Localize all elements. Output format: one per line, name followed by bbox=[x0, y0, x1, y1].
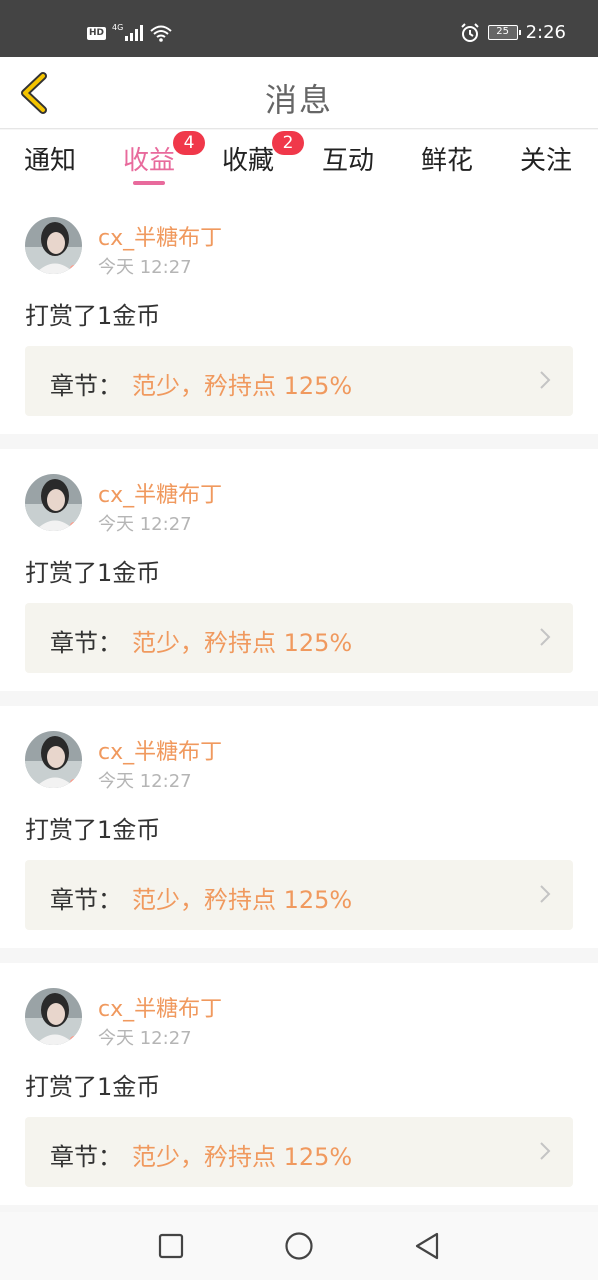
title-bar: 消息 bbox=[0, 57, 598, 129]
username[interactable]: cx_半糖布丁 bbox=[98, 734, 222, 766]
tab-notice[interactable]: 通知 bbox=[24, 140, 76, 184]
status-left: HD 4G bbox=[87, 22, 173, 42]
tab-flowers[interactable]: 鲜花 bbox=[421, 140, 473, 184]
battery-icon: 25 bbox=[487, 25, 521, 40]
notification-card: cx_半糖布丁 今天 12:27 打赏了1金币 章节： 范少，矜持点 125% bbox=[0, 192, 598, 434]
tab-interaction[interactable]: 互动 bbox=[322, 140, 374, 184]
avatar-image bbox=[25, 474, 82, 531]
username[interactable]: cx_半糖布丁 bbox=[98, 477, 222, 509]
tab-label: 鲜花 bbox=[421, 146, 474, 176]
notification-card: cx_半糖布丁 今天 12:27 打赏了1金币 章节： 范少，矜持点 125% bbox=[0, 449, 598, 691]
wifi-icon bbox=[150, 25, 172, 42]
network-type: 4G bbox=[112, 22, 124, 32]
chapter-title: 范少，矜持点 125% bbox=[132, 1143, 353, 1171]
chevron-right-icon bbox=[540, 1142, 551, 1160]
chapter-label: 章节： bbox=[50, 1143, 122, 1171]
recents-button[interactable] bbox=[155, 1230, 187, 1262]
avatar[interactable] bbox=[25, 988, 82, 1045]
tab-favorites[interactable]: 收藏 2 bbox=[222, 131, 305, 184]
hd-icon: HD bbox=[87, 26, 107, 40]
chapter-link[interactable]: 章节： 范少，矜持点 125% bbox=[25, 603, 573, 673]
alarm-icon bbox=[460, 22, 479, 42]
username[interactable]: cx_半糖布丁 bbox=[98, 220, 222, 252]
page-title: 消息 bbox=[264, 81, 333, 119]
avatar-image bbox=[25, 988, 82, 1045]
tab-label: 互动 bbox=[322, 146, 375, 176]
recents-square-icon bbox=[158, 1233, 184, 1259]
avatar-image bbox=[25, 731, 82, 788]
tab-label: 收藏 bbox=[222, 146, 275, 176]
message-text: 打赏了1金币 bbox=[25, 1073, 161, 1101]
home-circle-icon bbox=[285, 1232, 313, 1260]
status-bar: HD 4G 25 2:26 bbox=[0, 0, 598, 57]
chevron-right-icon bbox=[540, 371, 551, 389]
unread-badge: 2 bbox=[272, 131, 305, 155]
timestamp: 今天 12:27 bbox=[98, 514, 192, 535]
signal-icon bbox=[125, 25, 144, 41]
chevron-right-icon bbox=[540, 885, 551, 903]
battery-level: 25 bbox=[496, 26, 509, 37]
chevron-right-icon bbox=[540, 628, 551, 646]
message-text: 打赏了1金币 bbox=[25, 302, 161, 330]
tab-bar: 通知 收益 4 收藏 2 互动 鲜花 关注 bbox=[0, 130, 598, 192]
chapter-title: 范少，矜持点 125% bbox=[132, 886, 353, 914]
clock: 2:26 bbox=[525, 22, 566, 43]
avatar[interactable] bbox=[25, 217, 82, 274]
chapter-link[interactable]: 章节： 范少，矜持点 125% bbox=[25, 1117, 573, 1187]
screen: HD 4G 25 2:26 消息 通知 收益 4 收藏 2 互动 鲜花 关注 c… bbox=[0, 0, 598, 1280]
chapter-link[interactable]: 章节： 范少，矜持点 125% bbox=[25, 346, 573, 416]
timestamp: 今天 12:27 bbox=[98, 1028, 192, 1049]
chapter-label: 章节： bbox=[50, 886, 122, 914]
username[interactable]: cx_半糖布丁 bbox=[98, 991, 222, 1023]
tab-label: 关注 bbox=[520, 146, 573, 176]
status-right: 25 2:26 bbox=[460, 22, 566, 43]
active-tab-indicator bbox=[133, 181, 165, 185]
chapter-title: 范少，矜持点 125% bbox=[132, 372, 353, 400]
message-text: 打赏了1金币 bbox=[25, 559, 161, 587]
avatar-image bbox=[25, 217, 82, 274]
avatar[interactable] bbox=[25, 474, 82, 531]
notification-card: cx_半糖布丁 今天 12:27 打赏了1金币 章节： 范少，矜持点 125% bbox=[0, 963, 598, 1205]
timestamp: 今天 12:27 bbox=[98, 257, 192, 278]
tab-label: 收益 bbox=[123, 146, 176, 176]
chapter-title: 范少，矜持点 125% bbox=[132, 629, 353, 657]
home-button[interactable] bbox=[283, 1230, 315, 1262]
chapter-label: 章节： bbox=[50, 629, 122, 657]
tab-label: 通知 bbox=[24, 146, 77, 176]
back-triangle-icon bbox=[415, 1232, 439, 1260]
avatar[interactable] bbox=[25, 731, 82, 788]
timestamp: 今天 12:27 bbox=[98, 771, 192, 792]
message-text: 打赏了1金币 bbox=[25, 816, 161, 844]
notification-card: cx_半糖布丁 今天 12:27 打赏了1金币 章节： 范少，矜持点 125% bbox=[0, 706, 598, 948]
unread-badge: 4 bbox=[173, 131, 206, 155]
back-nav-button[interactable] bbox=[411, 1230, 443, 1262]
system-nav-bar bbox=[0, 1212, 598, 1280]
chapter-label: 章节： bbox=[50, 372, 122, 400]
chapter-link[interactable]: 章节： 范少，矜持点 125% bbox=[25, 860, 573, 930]
tab-earnings[interactable]: 收益 4 bbox=[123, 131, 206, 185]
tab-follow[interactable]: 关注 bbox=[520, 140, 572, 184]
